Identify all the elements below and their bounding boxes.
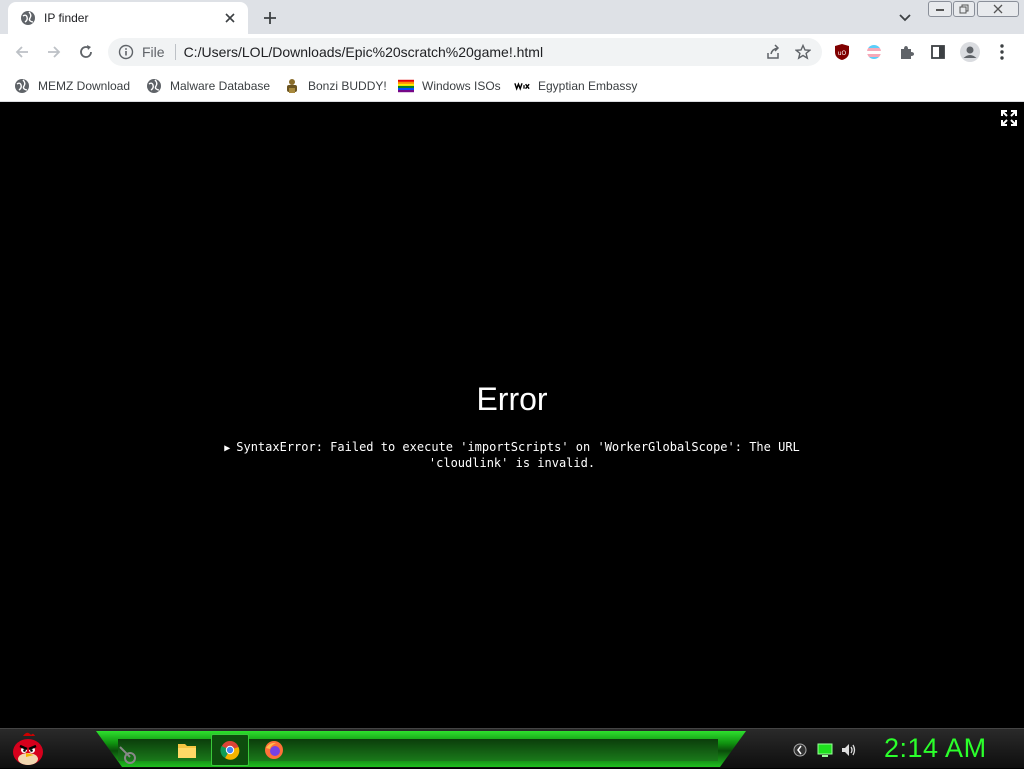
back-button[interactable]: [10, 40, 34, 64]
ublock-icon[interactable]: uO: [830, 40, 854, 64]
bonzi-icon: [284, 78, 300, 94]
clock[interactable]: 2:14 AM: [884, 733, 987, 764]
info-icon[interactable]: [118, 44, 134, 60]
kebab-menu-icon[interactable]: [990, 40, 1014, 64]
fullscreen-icon[interactable]: [1000, 109, 1018, 127]
file-explorer-icon[interactable]: [168, 734, 206, 766]
side-panel-icon[interactable]: [926, 40, 950, 64]
browser-toolbar: File C:/Users/LOL/Downloads/Epic%20scrat…: [0, 34, 1024, 70]
restore-button[interactable]: [953, 1, 975, 17]
bookmark-label: Windows ISOs: [422, 79, 501, 93]
separator: [174, 44, 176, 60]
bookmark-label: Malware Database: [170, 79, 271, 93]
chrome-icon[interactable]: [211, 734, 249, 766]
monitor-icon[interactable]: [817, 742, 833, 758]
share-icon[interactable]: [762, 41, 784, 63]
svg-text:uO: uO: [838, 50, 847, 57]
tray-arrow-icon[interactable]: [792, 742, 808, 758]
extension-flag-icon[interactable]: [862, 40, 886, 64]
address-bar[interactable]: File C:/Users/LOL/Downloads/Epic%20scrat…: [108, 38, 822, 66]
error-message-line2: 'cloudlink' is invalid.: [428, 456, 596, 470]
bookmarks-bar: MEMZ Download Malware Database Bonzi BUD…: [0, 70, 1024, 102]
volume-icon[interactable]: [841, 742, 857, 758]
close-icon[interactable]: [222, 10, 238, 26]
reload-button[interactable]: [74, 40, 98, 64]
new-tab-button[interactable]: [259, 7, 281, 29]
bookmark-label: MEMZ Download: [38, 79, 131, 93]
bookmark-windows-isos[interactable]: Windows ISOs: [398, 76, 501, 96]
bookmark-malware-database[interactable]: Malware Database: [146, 76, 270, 96]
tab-active[interactable]: IP finder: [8, 2, 248, 34]
globe-icon: [20, 10, 36, 26]
file-chip: File: [142, 44, 165, 60]
firefox-icon[interactable]: [255, 734, 293, 766]
rainbow-flag-icon: [398, 78, 414, 94]
taskbar-green-inner: [118, 739, 718, 761]
globe-icon: [14, 78, 30, 94]
globe-icon: [146, 78, 162, 94]
bookmark-label: Egyptian Embassy: [538, 79, 638, 93]
star-icon[interactable]: [792, 41, 814, 63]
bookmark-memz-download[interactable]: MEMZ Download: [14, 76, 130, 96]
error-details[interactable]: ▶ SyntaxError: Failed to execute 'importS…: [222, 440, 802, 471]
puzzle-icon[interactable]: [894, 40, 918, 64]
disclosure-triangle-icon[interactable]: ▶: [224, 443, 230, 454]
tab-strip: IP finder: [0, 0, 1024, 34]
url-text[interactable]: C:/Users/LOL/Downloads/Epic%20scratch%20…: [184, 44, 762, 60]
start-button-angry-bird-icon[interactable]: [6, 729, 50, 769]
bookmark-label: Bonzi BUDDY!: [308, 79, 387, 93]
wix-icon: [514, 78, 530, 94]
taskbar: 2:14 AM: [0, 728, 1024, 768]
forward-button[interactable]: [42, 40, 66, 64]
close-window-button[interactable]: [977, 1, 1019, 17]
tab-title: IP finder: [44, 11, 89, 25]
minimize-button[interactable]: [928, 1, 952, 17]
error-title: Error: [476, 381, 548, 417]
bookmark-bonzi-buddy[interactable]: Bonzi BUDDY!: [284, 76, 387, 96]
chevron-down-icon[interactable]: [895, 8, 915, 28]
profile-avatar-icon[interactable]: [958, 40, 982, 64]
bookmark-egyptian-embassy[interactable]: Egyptian Embassy: [514, 76, 637, 96]
network-usb-icon[interactable]: [118, 743, 140, 765]
error-message-line1: SyntaxError: Failed to execute 'importSc…: [236, 440, 800, 454]
page-content: Error ▶ SyntaxError: Failed to execute 'i…: [0, 103, 1024, 728]
